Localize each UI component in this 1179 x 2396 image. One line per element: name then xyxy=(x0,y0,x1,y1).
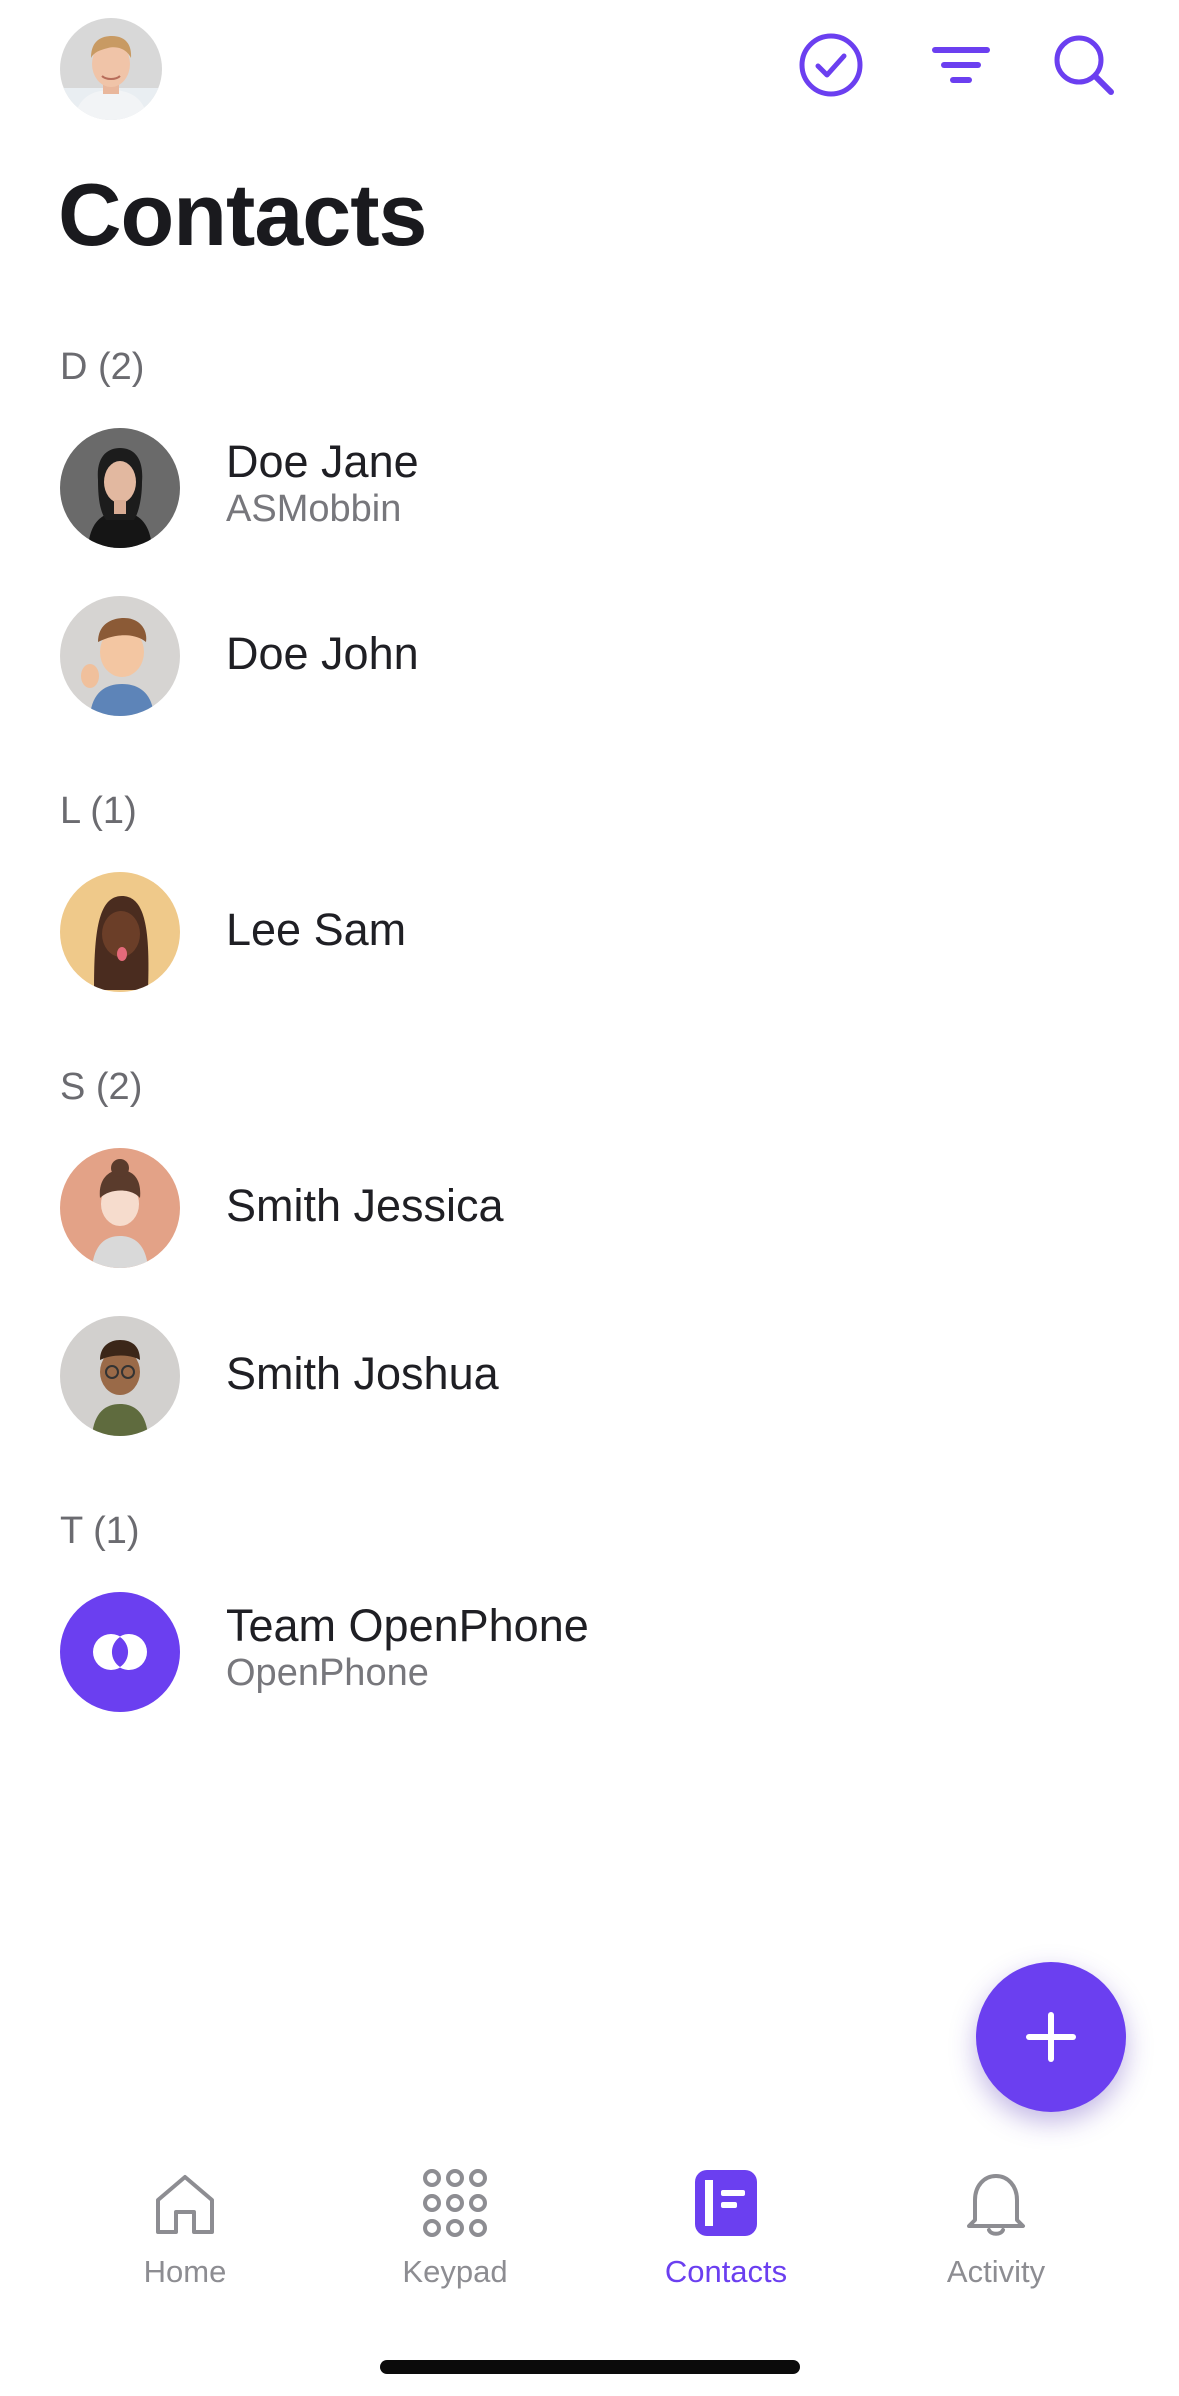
contact-avatar xyxy=(60,1316,180,1436)
contact-name: Doe Jane xyxy=(226,436,419,487)
home-icon xyxy=(156,2175,214,2234)
contact-name: Smith Jessica xyxy=(226,1180,504,1231)
bell-icon xyxy=(967,2174,1025,2236)
contact-row-doe-jane[interactable]: Doe Jane ASMobbin xyxy=(0,428,1179,550)
filter-icon[interactable] xyxy=(926,30,996,100)
contact-row-smith-joshua[interactable]: Smith Joshua xyxy=(0,1316,1179,1438)
section-header-d: D (2) xyxy=(60,346,145,388)
tab-activity[interactable]: Activity xyxy=(886,2150,1106,2310)
contact-avatar xyxy=(60,1148,180,1268)
contact-avatar xyxy=(60,596,180,716)
contact-avatar xyxy=(60,872,180,992)
tab-contacts[interactable]: Contacts xyxy=(616,2150,836,2310)
tab-label: Activity xyxy=(946,2254,1046,2289)
plus-icon xyxy=(1026,2012,1076,2062)
tab-home[interactable]: Home xyxy=(75,2150,295,2310)
profile-avatar[interactable] xyxy=(60,18,162,120)
search-icon[interactable] xyxy=(1049,30,1119,100)
contact-company: OpenPhone xyxy=(226,1652,429,1694)
contact-name: Doe John xyxy=(226,628,419,679)
contact-avatar xyxy=(60,428,180,548)
home-indicator xyxy=(380,2360,800,2374)
contact-name: Team OpenPhone xyxy=(226,1600,589,1651)
tab-keypad[interactable]: Keypad xyxy=(345,2150,565,2310)
keypad-icon xyxy=(423,2169,487,2237)
openphone-logo-icon xyxy=(60,1592,180,1712)
add-contact-button[interactable] xyxy=(976,1962,1126,2112)
contact-name: Lee Sam xyxy=(226,904,407,955)
check-circle-icon[interactable] xyxy=(796,30,866,100)
tab-label: Home xyxy=(143,2254,227,2289)
tab-label: Contacts xyxy=(664,2254,788,2289)
contact-row-smith-jessica[interactable]: Smith Jessica xyxy=(0,1148,1179,1270)
contacts-book-icon xyxy=(695,2170,757,2236)
tab-bar: Home Keypad Contacts Activity xyxy=(0,2150,1179,2310)
page-title: Contacts xyxy=(58,165,427,264)
contact-row-lee-sam[interactable]: Lee Sam xyxy=(0,872,1179,994)
contact-row-doe-john[interactable]: Doe John xyxy=(0,596,1179,718)
section-header-t: T (1) xyxy=(60,1510,140,1552)
section-header-s: S (2) xyxy=(60,1066,143,1108)
contact-company: ASMobbin xyxy=(226,488,402,530)
tab-label: Keypad xyxy=(402,2254,508,2289)
contact-name: Smith Joshua xyxy=(226,1348,499,1399)
section-header-l: L (1) xyxy=(60,790,137,832)
contact-row-team-openphone[interactable]: Team OpenPhone OpenPhone xyxy=(0,1592,1179,1714)
